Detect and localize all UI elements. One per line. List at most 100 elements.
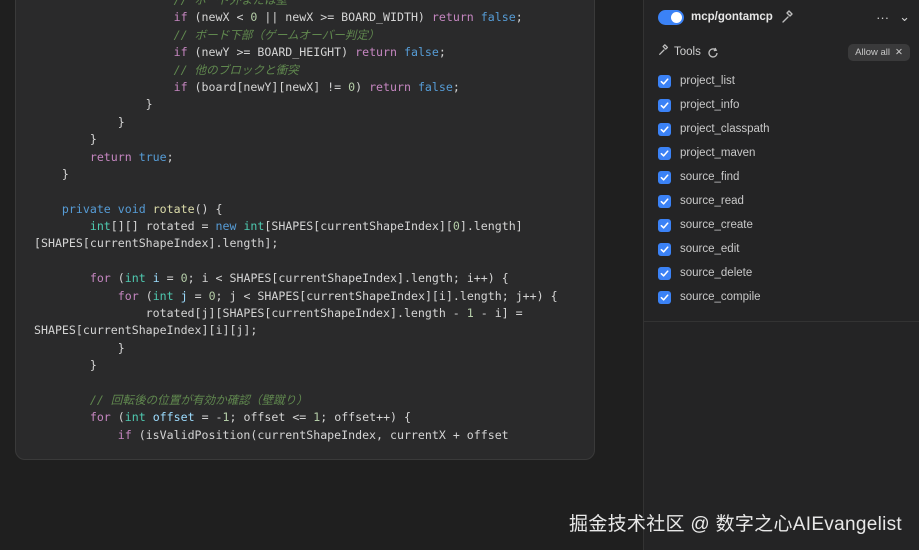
- code-line: private void rotate() {: [34, 201, 584, 218]
- code-token: new: [215, 219, 237, 234]
- code-token: }: [34, 166, 69, 181]
- tool-item-project-info[interactable]: project_info: [658, 93, 770, 117]
- more-options-icon[interactable]: ···: [876, 10, 889, 25]
- code-token: ;: [452, 79, 460, 94]
- code-token: for: [117, 288, 139, 303]
- tool-item-project-maven[interactable]: project_maven: [658, 141, 770, 165]
- tool-checkbox[interactable]: [658, 218, 671, 232]
- mcp-tools-panel: mcp/gontamcp ··· ⌄ Tools Allow all ✕ pro…: [643, 0, 919, 550]
- code-line: }: [34, 114, 584, 131]
- code-token: for: [89, 410, 111, 425]
- code-line: }: [34, 166, 584, 183]
- tool-label: project_maven: [680, 147, 756, 159]
- server-toggle[interactable]: [658, 9, 684, 25]
- watermark: 掘金技术社区 @ 数字之心AIEvangelist: [569, 514, 902, 535]
- code-token: // ボード下部（ゲームオーバー判定）: [34, 27, 380, 42]
- code-token: i: [152, 271, 160, 286]
- code-token: }: [34, 97, 153, 112]
- code-token: private: [61, 201, 111, 216]
- code-token: return: [89, 149, 132, 164]
- code-line: SHAPES[currentShapeIndex][i][j];: [34, 322, 584, 339]
- tool-item-source-delete[interactable]: source_delete: [658, 261, 770, 285]
- tool-item-source-create[interactable]: source_create: [658, 213, 770, 237]
- code-token: if: [117, 427, 132, 442]
- tools-header: Tools Allow all ✕: [658, 43, 910, 61]
- code-token: false: [417, 79, 453, 94]
- code-token: ;: [438, 45, 446, 60]
- code-token: (isValidPosition(currentShapeIndex, curr…: [131, 427, 509, 442]
- hammer-icon[interactable]: [781, 10, 795, 24]
- tool-label: project_classpath: [680, 123, 770, 135]
- code-token: ; i < SHAPES[currentShapeIndex].length; …: [187, 271, 509, 286]
- code-token: int: [89, 219, 111, 234]
- code-token: =: [187, 288, 209, 303]
- tools-label: Tools: [674, 46, 701, 58]
- code-token: = -: [194, 410, 223, 425]
- tool-checkbox[interactable]: [658, 98, 671, 112]
- code-line: // 他のブロックと衝突: [34, 62, 584, 79]
- code-line: for (int offset = -1; offset <= 1; offse…: [34, 409, 584, 426]
- tool-item-project-list[interactable]: project_list: [658, 69, 770, 93]
- tool-item-source-read[interactable]: source_read: [658, 189, 770, 213]
- code-token: (: [110, 271, 125, 286]
- code-line: int[][] rotated = new int[SHAPES[current…: [34, 218, 584, 235]
- code-line: for (int i = 0; i < SHAPES[currentShapeI…: [34, 270, 584, 287]
- tool-checkbox[interactable]: [658, 242, 671, 256]
- tool-item-source-find[interactable]: source_find: [658, 165, 770, 189]
- tool-checkbox[interactable]: [658, 194, 671, 208]
- code-token: if: [173, 10, 188, 25]
- code-token: 1: [222, 410, 230, 425]
- code-line: }: [34, 340, 584, 357]
- code-token: 0: [180, 271, 188, 286]
- code-line: return true;: [34, 149, 584, 166]
- code-token: if: [173, 45, 188, 60]
- code-line: // 回転後の位置が有効か確認（壁蹴り）: [34, 392, 584, 409]
- tool-item-source-compile[interactable]: source_compile: [658, 285, 770, 309]
- code-token: return: [355, 45, 397, 60]
- refresh-icon[interactable]: [707, 46, 719, 58]
- code-token: () {: [194, 201, 223, 216]
- close-icon[interactable]: ✕: [895, 47, 903, 58]
- code-token: (newY >= BOARD_HEIGHT): [187, 45, 356, 60]
- chevron-down-icon[interactable]: ⌄: [899, 9, 910, 25]
- code-token: void: [117, 201, 146, 216]
- code-token: false: [403, 45, 439, 60]
- code-token: if: [173, 79, 188, 94]
- tool-checkbox[interactable]: [658, 122, 671, 136]
- tool-checkbox[interactable]: [658, 290, 671, 304]
- code-line: if (isValidPosition(currentShapeIndex, c…: [34, 427, 584, 444]
- tool-checkbox[interactable]: [658, 146, 671, 160]
- code-content: // ボード外または壁 if (newX < 0 || newX >= BOAR…: [34, 0, 584, 444]
- code-token: 0: [452, 219, 460, 234]
- code-token: =: [159, 271, 181, 286]
- allow-all-button[interactable]: Allow all ✕: [848, 43, 910, 61]
- tool-label: source_delete: [680, 267, 753, 279]
- code-line: if (board[newY][newX] != 0) return false…: [34, 79, 584, 96]
- tool-item-source-edit[interactable]: source_edit: [658, 237, 770, 261]
- code-token: rotated[j][SHAPES[currentShapeIndex].len…: [34, 306, 467, 321]
- tool-checkbox[interactable]: [658, 266, 671, 280]
- tool-item-project-classpath[interactable]: project_classpath: [658, 117, 770, 141]
- code-line: // ボード外または壁: [34, 0, 584, 9]
- code-token: ): [355, 79, 370, 94]
- code-line: // ボード下部（ゲームオーバー判定）: [34, 27, 584, 44]
- tool-label: project_info: [680, 99, 740, 111]
- tool-label: source_edit: [680, 243, 740, 255]
- tool-checkbox[interactable]: [658, 74, 671, 88]
- code-token: ].length]: [459, 219, 523, 234]
- code-token: (: [110, 410, 125, 425]
- tool-list: project_list project_info project_classpat…: [658, 69, 770, 309]
- tool-label: source_compile: [680, 291, 761, 303]
- code-token: }: [34, 358, 97, 373]
- tool-checkbox[interactable]: [658, 170, 671, 184]
- code-token: int: [243, 219, 265, 234]
- code-line: rotated[j][SHAPES[currentShapeIndex].len…: [34, 305, 584, 322]
